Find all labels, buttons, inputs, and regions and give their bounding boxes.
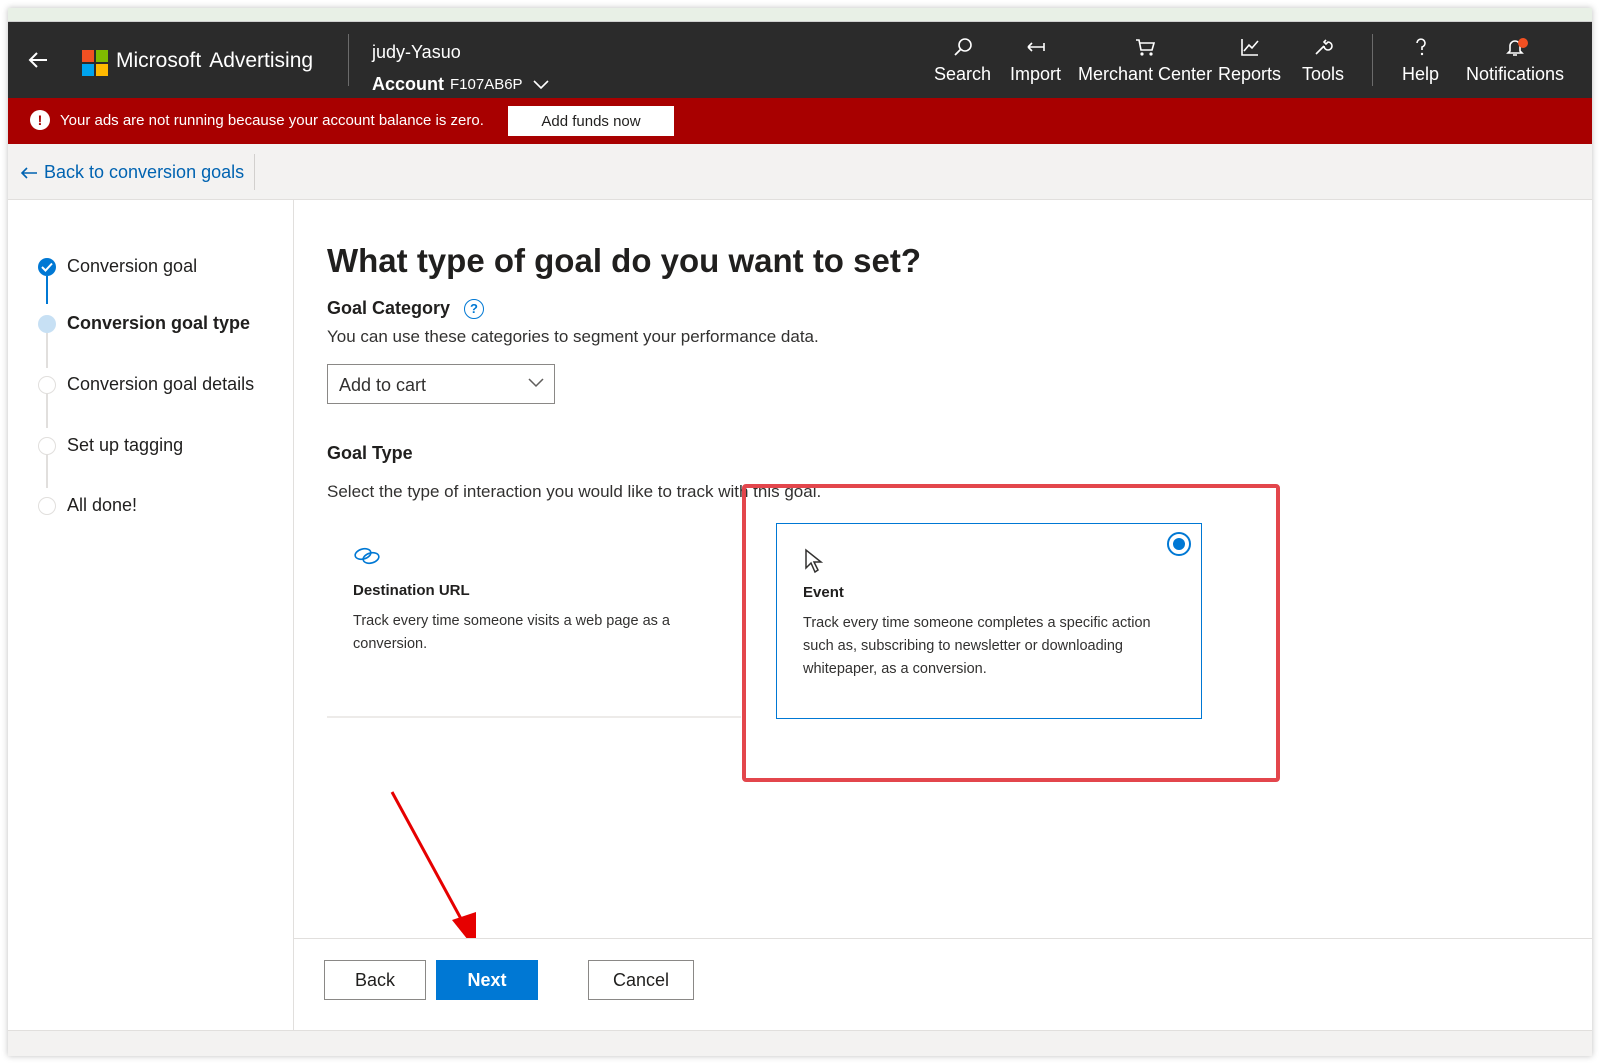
chevron-down-icon [528,378,544,388]
link-icon [354,547,380,565]
alert-icon: ! [30,110,50,130]
chevron-down-icon [532,79,549,89]
check-icon [38,257,56,276]
back-to-goals-link[interactable]: Back to conversion goals [20,162,244,183]
balance-alert-bar: ! Your ads are not running because your … [8,98,1592,144]
step-connector [46,392,48,428]
subnav-bar: Back to conversion goals [8,144,1592,200]
nav-label: Reports [1218,64,1282,84]
step-connector [46,276,48,304]
browser-chrome-strip [8,8,1592,22]
step-all-done: All done! [38,495,137,516]
nav-reports[interactable]: Reports [1218,36,1281,92]
nav-tools[interactable]: Tools [1302,36,1344,92]
goal-type-description: Select the type of interaction you would… [327,482,822,501]
step-conversion-goal: Conversion goal [38,256,197,277]
add-funds-button[interactable]: Add funds now [508,106,674,136]
top-header-bar: Microsoft Advertising judy-Yasuo Account … [8,22,1592,98]
brand-name: Microsoft [116,49,202,72]
option-title: Destination URL [353,582,470,599]
nav-label: Search [934,64,992,84]
nav-notifications[interactable]: Notifications [1466,36,1564,92]
goal-category-label: Goal Category ? [327,298,485,319]
nav-label: Merchant Center [1078,64,1213,84]
step-label: Conversion goal [67,256,198,276]
nav-label: Notifications [1466,64,1565,84]
nav-import[interactable]: Import [1010,36,1061,92]
main-content: What type of goal do you want to set? Go… [294,200,1592,940]
wrench-icon [1315,39,1333,55]
step-conversion-goal-details: Conversion goal details [38,374,254,395]
dropdown-value: Add to cart [339,375,427,395]
nav-help[interactable]: Help [1402,36,1439,92]
event-radio-button[interactable] [1167,532,1191,556]
cancel-button[interactable]: Cancel [588,960,694,1000]
nav-label: Help [1402,64,1440,84]
wizard-footer: Back Next Cancel [294,938,1592,1030]
wizard-steps: Conversion goal Conversion goal type Con… [8,200,294,1030]
goal-type-label: Goal Type [327,443,413,463]
nav-merchant-center[interactable]: Merchant Center [1078,36,1212,92]
option-event[interactable]: Event Track every time someone completes… [776,523,1202,719]
brand-title[interactable]: Microsoft Advertising [116,49,313,73]
subnav-divider [254,154,255,190]
step-connector [46,332,48,368]
back-button[interactable]: Back [324,960,426,1000]
page-title: What type of goal do you want to set? [327,242,921,279]
step-conversion-goal-type: Conversion goal type [38,313,250,334]
step-connector [46,452,48,488]
account-selector[interactable]: Account F107AB6P [372,74,549,95]
step-pending-indicator [38,496,56,515]
page-footer-strip [8,1030,1592,1056]
step-label: All done! [67,495,138,515]
step-pending-indicator [38,436,56,455]
nav-search[interactable]: Search [934,36,991,92]
option-description: Track every time someone visits a web pa… [353,613,670,652]
radio-selected-indicator [1173,538,1185,550]
back-link-label: Back to conversion goals [44,162,245,182]
back-arrow-icon[interactable] [26,48,50,72]
help-circle-icon[interactable]: ? [464,298,485,319]
alert-message: Your ads are not running because your ac… [60,112,484,129]
option-description: Track every time someone completes a spe… [803,615,1151,677]
search-icon [953,38,972,56]
goal-category-text: Goal Category [327,298,451,318]
goal-category-description: You can use these categories to segment … [327,327,819,346]
user-name: judy-Yasuo [372,42,461,62]
step-current-indicator [38,314,56,333]
cursor-icon [805,548,823,574]
nav-label: Tools [1302,64,1345,84]
step-label: Conversion goal details [67,374,255,394]
notification-badge [1518,38,1528,48]
import-icon [1026,42,1045,52]
option-title: Event [803,584,844,601]
arrow-left-icon [20,166,37,179]
next-button[interactable]: Next [436,960,538,1000]
microsoft-logo-icon [82,50,108,76]
help-icon [1415,38,1426,56]
cart-icon [1136,39,1156,56]
step-set-up-tagging: Set up tagging [38,435,183,456]
chart-icon [1240,39,1259,56]
step-label: Conversion goal type [67,313,251,333]
goal-category-dropdown[interactable]: Add to cart [327,364,555,404]
header-divider [348,34,349,86]
header-divider [1372,34,1373,86]
app-window: Microsoft Advertising judy-Yasuo Account … [8,8,1592,1056]
step-label: Set up tagging [67,435,184,455]
nav-label: Import [1010,64,1062,84]
brand-product: Advertising [209,49,314,72]
step-pending-indicator [38,375,56,394]
option-destination-url[interactable]: Destination URL Track every time someone… [327,522,741,718]
account-label: Account [372,74,444,94]
account-id: F107AB6P [450,76,523,93]
